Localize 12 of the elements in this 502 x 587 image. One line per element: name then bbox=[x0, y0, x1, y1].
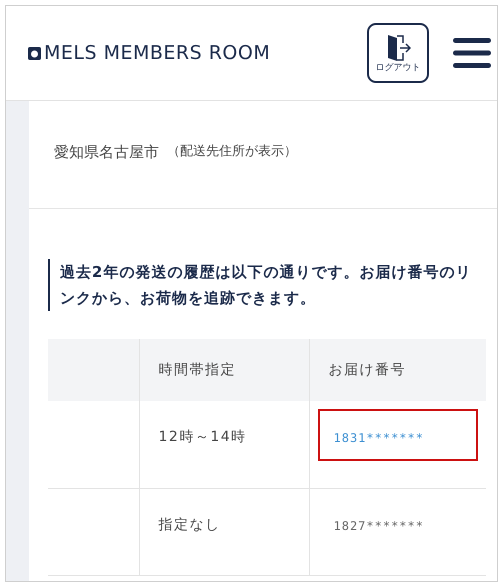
table-cell: 指定なし bbox=[139, 488, 309, 575]
tracking-number: 1827******* bbox=[334, 518, 424, 532]
logo-icon bbox=[28, 46, 41, 60]
menu-icon[interactable] bbox=[453, 37, 491, 69]
address-note: （配送先住所が表示） bbox=[167, 143, 297, 161]
table-cell: 12時～14時 bbox=[139, 401, 309, 488]
logout-button[interactable]: ログアウト bbox=[367, 23, 429, 83]
notice-text: 過去2年の発送の履歴は以下の通りです。お届け番号のリンクから、お荷物を追跡できます。 bbox=[60, 262, 472, 309]
logout-icon bbox=[385, 34, 411, 62]
logo-text: MELS MEMBERS ROOM bbox=[44, 40, 270, 66]
table-header-cell: 時間帯指定 bbox=[139, 339, 309, 401]
address-text: 愛知県名古屋市 bbox=[54, 142, 159, 163]
